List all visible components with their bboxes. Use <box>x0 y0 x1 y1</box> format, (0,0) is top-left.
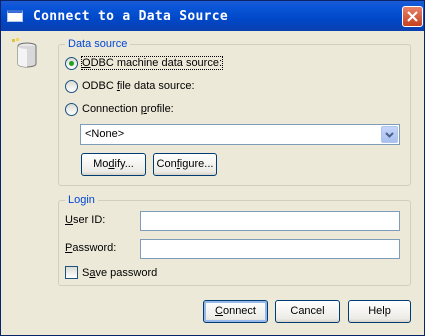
password-label: Password: <box>65 242 117 254</box>
modify-button[interactable]: Modify... <box>81 153 146 176</box>
user-id-label: User ID: <box>65 214 106 226</box>
radio-button[interactable] <box>65 102 78 116</box>
help-button[interactable]: Help <box>348 300 411 323</box>
save-password-label: Save password <box>82 266 158 279</box>
configure-button[interactable]: Configure... <box>153 153 217 176</box>
close-button[interactable] <box>402 6 423 27</box>
radio-odbc-file-label: ODBC file data source: <box>82 80 195 92</box>
chevron-down-icon <box>385 132 394 138</box>
profile-select[interactable]: <None> <box>80 124 400 145</box>
cancel-button[interactable]: Cancel <box>275 300 340 323</box>
radio-odbc-machine[interactable]: ODBC machine data source: <box>65 55 224 71</box>
radio-connection-profile-label: Connection profile: <box>82 103 174 115</box>
close-icon <box>407 11 418 22</box>
radio-odbc-machine-label: ODBC machine data source: <box>80 56 224 70</box>
connect-button[interactable]: Connect <box>203 300 268 323</box>
radio-button-checked[interactable] <box>65 56 78 70</box>
profile-select-value: <None> <box>85 128 125 140</box>
login-legend: Login <box>68 194 95 206</box>
connect-dialog: Connect to a Data Source Data source ODB… <box>0 0 425 336</box>
password-input[interactable] <box>140 239 400 259</box>
user-id-input[interactable] <box>140 211 400 231</box>
window-icon <box>7 10 23 22</box>
database-icon <box>12 38 37 68</box>
radio-odbc-file[interactable]: ODBC file data source: <box>65 78 195 94</box>
save-password-checkbox[interactable] <box>65 266 78 279</box>
radio-button[interactable] <box>65 79 78 93</box>
save-password-checkbox-row[interactable]: Save password <box>65 266 157 279</box>
dropdown-button[interactable] <box>381 126 398 143</box>
title-bar[interactable]: Connect to a Data Source <box>1 1 424 31</box>
radio-connection-profile[interactable]: Connection profile: <box>65 101 174 117</box>
data-source-legend: Data source <box>68 38 128 50</box>
window-title: Connect to a Data Source <box>33 9 229 24</box>
